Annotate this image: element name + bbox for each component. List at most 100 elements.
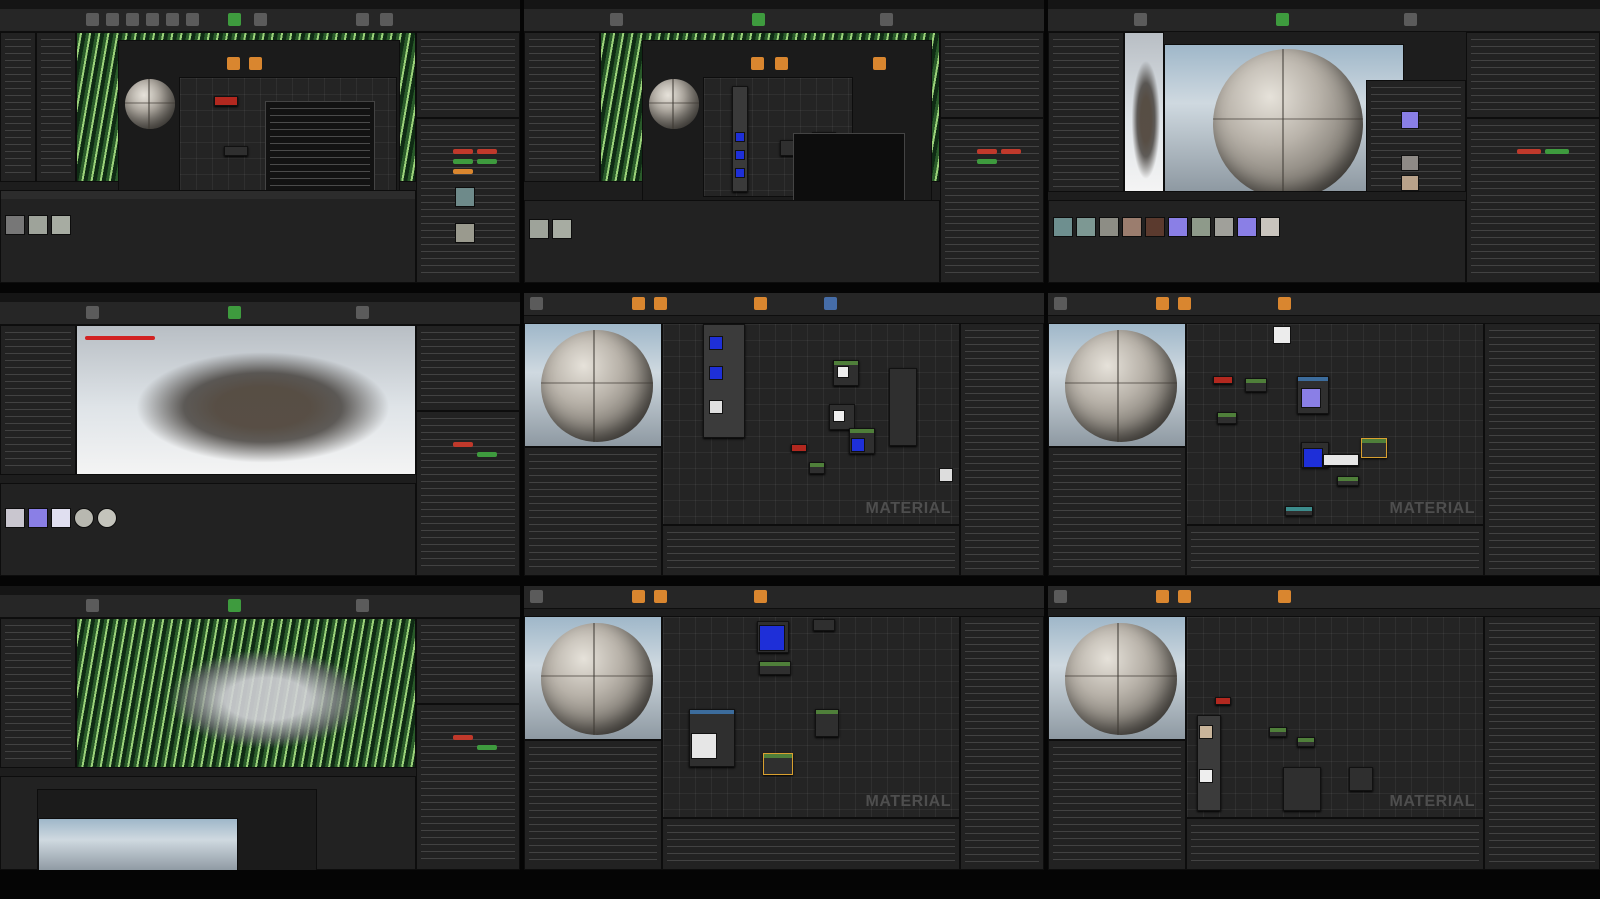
texture-thumbnail[interactable] xyxy=(455,223,475,243)
place-actors-list[interactable] xyxy=(36,32,76,182)
details-panel[interactable] xyxy=(524,740,662,870)
graph-node[interactable] xyxy=(1349,767,1373,791)
save-icon[interactable] xyxy=(86,599,99,612)
graph-node[interactable] xyxy=(809,462,825,474)
graph-node[interactable] xyxy=(1213,376,1233,384)
play-icon[interactable] xyxy=(880,13,893,26)
apply-icon[interactable] xyxy=(632,590,645,603)
menu-bar[interactable] xyxy=(0,586,520,595)
apply-icon[interactable] xyxy=(227,57,240,70)
apply-icon[interactable] xyxy=(751,57,764,70)
asset-thumbnail[interactable] xyxy=(51,508,71,528)
search-icon[interactable] xyxy=(1178,297,1191,310)
graph-node[interactable] xyxy=(1297,737,1315,747)
asset-thumbnail[interactable] xyxy=(74,508,94,528)
palette-panel[interactable] xyxy=(960,616,1044,870)
level-viewport[interactable] xyxy=(1124,32,1164,192)
save-icon[interactable] xyxy=(1054,590,1067,603)
world-outliner[interactable] xyxy=(416,618,520,704)
level-viewport[interactable] xyxy=(76,325,416,475)
menu-bar[interactable] xyxy=(524,0,1044,9)
search-icon[interactable] xyxy=(654,297,667,310)
play-icon[interactable] xyxy=(356,306,369,319)
save-icon[interactable] xyxy=(1054,297,1067,310)
build-icon[interactable] xyxy=(228,599,241,612)
graph-node[interactable] xyxy=(224,146,248,156)
material-preview-viewport[interactable] xyxy=(1048,323,1186,447)
asset-thumbnail[interactable] xyxy=(1214,217,1234,237)
search-icon[interactable] xyxy=(654,590,667,603)
details-panel[interactable] xyxy=(416,118,520,283)
content-browser[interactable] xyxy=(1048,200,1466,283)
play-icon[interactable] xyxy=(356,599,369,612)
save-icon[interactable] xyxy=(1134,13,1147,26)
palette-panel[interactable] xyxy=(960,323,1044,576)
asset-thumbnail[interactable] xyxy=(5,215,25,235)
content-browser[interactable] xyxy=(524,200,940,283)
menu-bar[interactable] xyxy=(0,293,520,302)
material-graph[interactable]: MATERIAL xyxy=(662,323,960,525)
asset-thumbnail[interactable] xyxy=(28,215,48,235)
asset-thumbnail[interactable] xyxy=(1237,217,1257,237)
asset-thumbnail[interactable] xyxy=(97,508,117,528)
content-browser[interactable] xyxy=(0,190,416,283)
build-icon[interactable] xyxy=(228,13,241,26)
material-graph[interactable]: MATERIAL xyxy=(1186,616,1484,818)
details-panel[interactable] xyxy=(524,447,662,576)
details-panel[interactable] xyxy=(416,411,520,576)
play-icon[interactable] xyxy=(1404,13,1417,26)
details-panel[interactable] xyxy=(416,704,520,870)
details-panel[interactable] xyxy=(1466,118,1600,283)
home-icon[interactable] xyxy=(754,297,767,310)
asset-thumbnail[interactable] xyxy=(1260,217,1280,237)
menu-bar[interactable] xyxy=(1048,0,1600,9)
home-icon[interactable] xyxy=(1278,590,1291,603)
graph-node[interactable] xyxy=(815,709,839,737)
graph-node[interactable] xyxy=(763,753,793,775)
asset-thumbnail[interactable] xyxy=(1191,217,1211,237)
settings-icon[interactable] xyxy=(146,13,159,26)
graph-node[interactable] xyxy=(1245,378,1267,392)
asset-thumbnail[interactable] xyxy=(1076,217,1096,237)
marketplace-icon[interactable] xyxy=(126,13,139,26)
apply-icon[interactable] xyxy=(1156,297,1169,310)
save-icon[interactable] xyxy=(530,297,543,310)
material-preview-viewport[interactable] xyxy=(524,323,662,447)
details-panel[interactable] xyxy=(940,118,1044,283)
stats-icon[interactable] xyxy=(824,297,837,310)
save-icon[interactable] xyxy=(530,590,543,603)
asset-thumbnail[interactable] xyxy=(28,508,48,528)
graph-node[interactable] xyxy=(1269,727,1287,737)
home-icon[interactable] xyxy=(873,57,886,70)
apply-icon[interactable] xyxy=(632,297,645,310)
asset-thumbnail[interactable] xyxy=(1099,217,1119,237)
graph-node[interactable] xyxy=(214,96,238,106)
graph-node[interactable] xyxy=(1361,438,1387,458)
material-preview-viewport[interactable] xyxy=(524,616,662,740)
graph-node[interactable] xyxy=(813,619,835,631)
content-browser[interactable] xyxy=(0,776,416,870)
material-output-node[interactable] xyxy=(889,368,917,446)
material-preview-viewport[interactable] xyxy=(1048,616,1186,740)
blueprints-icon[interactable] xyxy=(166,13,179,26)
material-graph[interactable]: MATERIAL xyxy=(1186,323,1484,525)
menu-bar[interactable] xyxy=(0,0,520,9)
save-icon[interactable] xyxy=(610,13,623,26)
texture-thumbnail[interactable] xyxy=(455,187,475,207)
material-output-node[interactable] xyxy=(1283,767,1321,811)
asset-thumbnail[interactable] xyxy=(1168,217,1188,237)
graph-node[interactable] xyxy=(1215,697,1231,705)
world-outliner[interactable] xyxy=(416,32,520,118)
content-icon[interactable] xyxy=(106,13,119,26)
palette-panel[interactable] xyxy=(1484,323,1600,576)
home-icon[interactable] xyxy=(1278,297,1291,310)
launch-icon[interactable] xyxy=(380,13,393,26)
world-outliner[interactable] xyxy=(1466,32,1600,118)
search-icon[interactable] xyxy=(1178,590,1191,603)
graph-node[interactable] xyxy=(1323,454,1359,466)
asset-thumbnail[interactable] xyxy=(552,219,572,239)
asset-thumbnail[interactable] xyxy=(1122,217,1142,237)
asset-thumbnail[interactable] xyxy=(5,508,25,528)
graph-node[interactable] xyxy=(1285,506,1313,516)
material-graph[interactable]: MATERIAL xyxy=(662,616,960,818)
